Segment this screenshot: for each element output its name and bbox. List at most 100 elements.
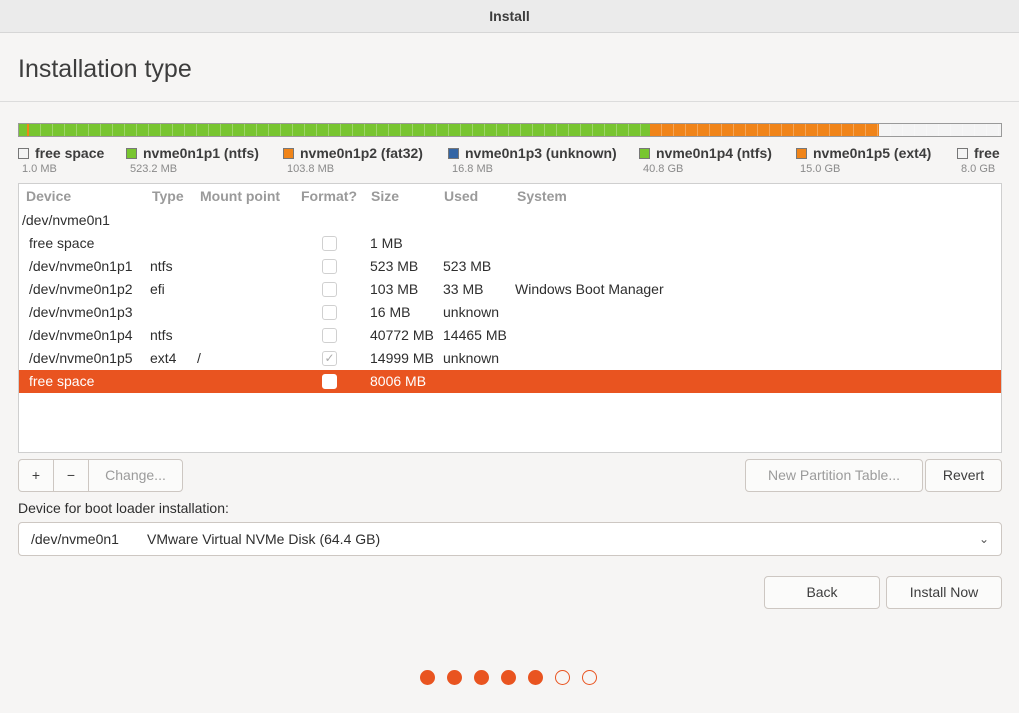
disk-row[interactable]: /dev/nvme0n1 bbox=[19, 209, 1001, 232]
progress-dot bbox=[474, 670, 489, 685]
type-cell: ext4 bbox=[150, 350, 177, 366]
color-swatch bbox=[126, 148, 137, 159]
column-header[interactable]: Used bbox=[444, 188, 478, 204]
back-button[interactable]: Back bbox=[764, 576, 880, 609]
device-cell: /dev/nvme0n1p1 bbox=[29, 258, 133, 274]
type-cell: efi bbox=[150, 281, 165, 297]
size-cell: 40772 MB bbox=[370, 327, 434, 343]
table-row[interactable]: free space 8006 MB bbox=[19, 370, 1001, 393]
legend-size: 523.2 MB bbox=[130, 163, 178, 175]
device-cell: /dev/nvme0n1p2 bbox=[29, 281, 133, 297]
table-row[interactable]: /dev/nvme0n1p2 efi 103 MB 33 MB Windows … bbox=[19, 278, 1001, 301]
legend-item: nvme0n1p1 (ntfs) 523.2 MB bbox=[126, 145, 259, 175]
partition-legend: free space 1.0 MB nvme0n1p1 (ntfs) 523.2 MB… bbox=[18, 145, 1002, 177]
size-cell: 103 MB bbox=[370, 281, 419, 297]
format-checkbox[interactable] bbox=[322, 305, 337, 320]
table-row[interactable]: /dev/nvme0n1p1 ntfs 523 MB 523 MB bbox=[19, 255, 1001, 278]
device-cell: /dev/nvme0n1p3 bbox=[29, 304, 133, 320]
legend-size: 15.0 GB bbox=[800, 163, 841, 175]
partition-table[interactable]: Device Type Mount point Format? Size Used Syst… bbox=[18, 183, 1002, 453]
used-cell: 33 MB bbox=[443, 281, 484, 297]
column-header[interactable]: Device bbox=[26, 188, 71, 204]
color-swatch bbox=[796, 148, 807, 159]
divider bbox=[0, 101, 1019, 102]
legend-label: nvme0n1p3 (unknown) bbox=[465, 145, 617, 161]
size-cell: 1 MB bbox=[370, 235, 403, 251]
color-swatch bbox=[957, 148, 968, 159]
remove-partition-button[interactable]: − bbox=[53, 459, 89, 492]
chevron-down-icon: ⌄ bbox=[978, 532, 989, 546]
legend-item: free space 1.0 MB bbox=[18, 145, 104, 175]
type-cell: ntfs bbox=[150, 258, 173, 274]
device-cell: /dev/nvme0n1p5 bbox=[29, 350, 133, 366]
type-cell: ntfs bbox=[150, 327, 173, 343]
column-header[interactable]: System bbox=[517, 188, 567, 204]
legend-item: nvme0n1p3 (unknown) 16.8 MB bbox=[448, 145, 617, 175]
column-header[interactable]: Type bbox=[152, 188, 184, 204]
bootloader-description: VMware Virtual NVMe Disk (64.4 GB) bbox=[147, 531, 381, 547]
legend-label: nvme0n1p5 (ext4) bbox=[813, 145, 932, 161]
legend-item: nvme0n1p4 (ntfs) 40.8 GB bbox=[639, 145, 772, 175]
progress-dot bbox=[528, 670, 543, 685]
format-checkbox[interactable] bbox=[322, 282, 337, 297]
format-checkbox[interactable] bbox=[322, 259, 337, 274]
legend-label: nvme0n1p2 (fat32) bbox=[300, 145, 423, 161]
format-checkbox[interactable] bbox=[322, 374, 337, 389]
disk-name: /dev/nvme0n1 bbox=[22, 212, 110, 228]
progress-dot bbox=[447, 670, 462, 685]
bootloader-label: Device for boot loader installation: bbox=[18, 500, 229, 516]
size-cell: 14999 MB bbox=[370, 350, 434, 366]
legend-label: free space bbox=[35, 145, 105, 161]
system-cell: Windows Boot Manager bbox=[515, 281, 664, 297]
size-cell: 16 MB bbox=[370, 304, 411, 320]
format-checkbox[interactable]: ✓ bbox=[322, 351, 337, 366]
color-swatch bbox=[18, 148, 29, 159]
legend-item: free space 8.0 GB bbox=[957, 145, 1002, 175]
legend-label: nvme0n1p1 (ntfs) bbox=[143, 145, 259, 161]
add-partition-button[interactable]: + bbox=[18, 459, 54, 492]
bootloader-device: /dev/nvme0n1 bbox=[31, 531, 119, 547]
window-title: Install bbox=[0, 0, 1019, 33]
table-row[interactable]: /dev/nvme0n1p5 ext4 / ✓ 14999 MB unknown bbox=[19, 347, 1001, 370]
color-swatch bbox=[639, 148, 650, 159]
table-row[interactable]: free space 1 MB bbox=[19, 232, 1001, 255]
size-cell: 523 MB bbox=[370, 258, 419, 274]
mount-cell: / bbox=[197, 350, 201, 366]
table-row[interactable]: /dev/nvme0n1p4 ntfs 40772 MB 14465 MB bbox=[19, 324, 1001, 347]
partition-segment bbox=[29, 124, 651, 136]
change-partition-button[interactable]: Change... bbox=[88, 459, 183, 492]
legend-label: nvme0n1p4 (ntfs) bbox=[656, 145, 772, 161]
format-checkbox[interactable] bbox=[322, 328, 337, 343]
used-cell: unknown bbox=[443, 304, 500, 320]
revert-button[interactable]: Revert bbox=[925, 459, 1002, 492]
partition-segment bbox=[650, 124, 880, 136]
device-cell: /dev/nvme0n1p4 bbox=[29, 327, 133, 343]
device-cell: free space bbox=[29, 235, 95, 251]
column-header[interactable]: Mount point bbox=[200, 188, 280, 204]
legend-size: 16.8 MB bbox=[452, 163, 493, 175]
used-cell: 523 MB bbox=[443, 258, 492, 274]
progress-dot bbox=[501, 670, 516, 685]
legend-size: 8.0 GB bbox=[961, 163, 996, 175]
table-row[interactable]: /dev/nvme0n1p3 16 MB unknown bbox=[19, 301, 1001, 324]
format-checkbox[interactable] bbox=[322, 236, 337, 251]
progress-dot bbox=[555, 670, 570, 685]
new-partition-table-button[interactable]: New Partition Table... bbox=[745, 459, 923, 492]
device-cell: free space bbox=[29, 373, 95, 389]
used-cell: unknown bbox=[443, 350, 500, 366]
partition-segment bbox=[19, 124, 27, 136]
legend-size: 1.0 MB bbox=[22, 163, 57, 175]
partition-segment bbox=[879, 124, 1001, 136]
legend-item: nvme0n1p2 (fat32) 103.8 MB bbox=[283, 145, 423, 175]
legend-item: nvme0n1p5 (ext4) 15.0 GB bbox=[796, 145, 931, 175]
bootloader-device-select[interactable]: /dev/nvme0n1 VMware Virtual NVMe Disk (6… bbox=[18, 522, 1002, 556]
size-cell: 8006 MB bbox=[370, 373, 427, 389]
used-cell: 14465 MB bbox=[443, 327, 507, 343]
column-header[interactable]: Size bbox=[371, 188, 399, 204]
page-title: Installation type bbox=[18, 55, 192, 83]
legend-size: 40.8 GB bbox=[643, 163, 684, 175]
column-header[interactable]: Format? bbox=[301, 188, 357, 204]
progress-dots bbox=[420, 670, 597, 685]
install-now-button[interactable]: Install Now bbox=[886, 576, 1002, 609]
progress-dot bbox=[582, 670, 597, 685]
